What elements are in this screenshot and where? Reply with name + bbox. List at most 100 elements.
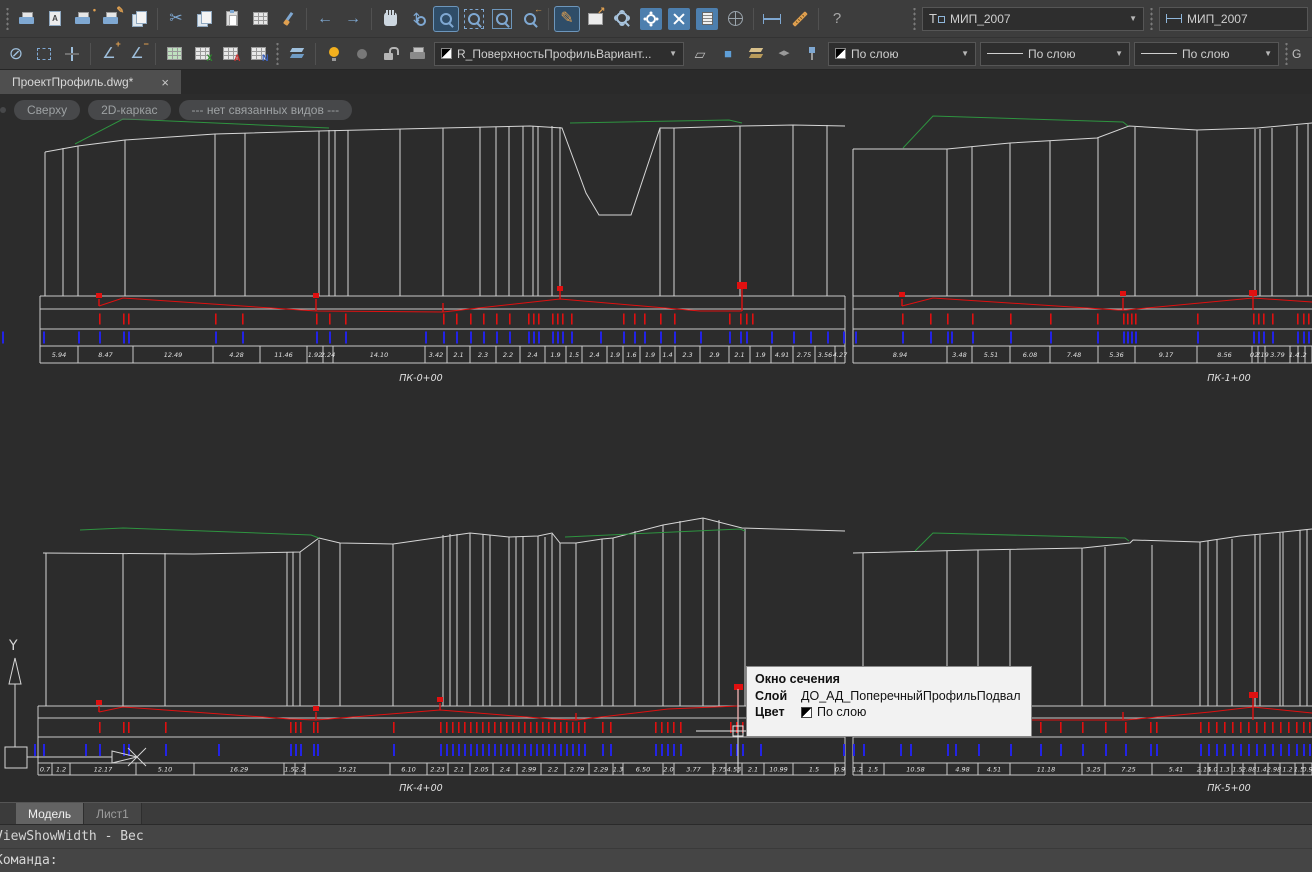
drawing-canvas[interactable]: 5.94 8.47 12.49 4.28 11.46 1.922.24 14.10 3.42 2… xyxy=(0,94,1312,802)
redo-button[interactable]: → xyxy=(340,6,366,32)
help-button[interactable]: ? xyxy=(824,6,850,32)
zoom-object-button[interactable] xyxy=(489,6,515,32)
toolbar-grip[interactable] xyxy=(5,7,10,30)
table-export-excel-icon: X xyxy=(194,47,213,63)
snap-frame-button[interactable] xyxy=(31,41,57,67)
print-button[interactable] xyxy=(14,6,40,32)
dim-style-select[interactable]: МИП_2007 xyxy=(1159,6,1308,31)
layer-plot-button[interactable] xyxy=(405,41,431,67)
purge-table-button[interactable] xyxy=(247,6,273,32)
snap-none-button[interactable]: ⊘ xyxy=(3,41,29,67)
svg-text:4.53: 4.53 xyxy=(727,766,741,774)
view-frame-icon xyxy=(587,7,606,25)
layer-select[interactable]: R_ПоверхностьПрофильВариант... ▼ xyxy=(434,41,684,66)
toolbar-sep xyxy=(90,42,91,65)
toolbar-grip[interactable] xyxy=(275,42,280,65)
cut-button[interactable]: ✂ xyxy=(163,6,189,32)
layer-freeze-button[interactable] xyxy=(349,41,375,67)
layer-lock-button[interactable] xyxy=(377,41,403,67)
layer-previous-button[interactable]: ■ xyxy=(715,41,741,67)
print-preview-button[interactable]: A xyxy=(42,6,68,32)
copy-sheets-button[interactable] xyxy=(126,6,152,32)
layer-plot-icon xyxy=(410,46,426,61)
web-button[interactable] xyxy=(722,6,748,32)
zoom-previous-button[interactable]: ← xyxy=(517,4,543,32)
zoom-realtime-button[interactable] xyxy=(405,6,431,32)
print-icon xyxy=(19,11,35,26)
copy-button[interactable] xyxy=(191,6,217,32)
color-select[interactable]: По слою ▼ xyxy=(828,41,976,66)
svg-text:2.05: 2.05 xyxy=(474,766,488,774)
layer-make-current-button[interactable]: ▱ xyxy=(687,41,713,67)
measure-quick-button[interactable] xyxy=(787,6,813,32)
redo-icon: → xyxy=(345,9,361,27)
svg-text:1.2: 1.2 xyxy=(852,766,862,774)
toolbar-grip[interactable] xyxy=(1149,7,1154,30)
pan-button[interactable] xyxy=(377,6,403,32)
toolbar-grip[interactable] xyxy=(1284,42,1289,65)
svg-text:2.24: 2.24 xyxy=(321,351,335,359)
specifications-button[interactable] xyxy=(694,6,720,32)
measure-distance-button[interactable] xyxy=(759,6,785,32)
svg-text:2.4: 2.4 xyxy=(589,351,599,359)
zoom-window-button[interactable] xyxy=(433,5,459,32)
layer-visibility-button[interactable] xyxy=(321,41,347,67)
close-icon[interactable]: × xyxy=(161,75,169,90)
edit-pencil-button[interactable]: ✎ xyxy=(554,5,580,32)
toolbar-sep xyxy=(306,7,307,30)
options-icon xyxy=(640,7,662,30)
layer-isolate-button[interactable] xyxy=(799,41,825,67)
object-tooltip: Окно сечения Слой ДО_АД_ПоперечныйПрофил… xyxy=(746,666,1032,737)
view-pill-top[interactable]: Сверху xyxy=(14,100,81,120)
svg-text:8.47: 8.47 xyxy=(98,351,113,359)
find-settings-button[interactable] xyxy=(610,6,636,32)
linetype-select[interactable]: По слою ▼ xyxy=(980,41,1130,66)
tstyle-icon: T xyxy=(929,12,945,25)
tab-list1[interactable]: Лист1 xyxy=(84,803,142,824)
command-input[interactable]: Команда: xyxy=(0,849,1312,872)
view-pill-visual-style[interactable]: 2D-каркас xyxy=(88,100,171,120)
tools-button[interactable] xyxy=(666,6,692,32)
svg-text:1.5: 1.5 xyxy=(284,766,294,774)
svg-text:1.4: 1.4 xyxy=(1256,766,1266,774)
match-properties-button[interactable] xyxy=(275,6,301,32)
zoom-previous-icon: ← xyxy=(522,4,543,27)
svg-text:5.41: 5.41 xyxy=(1169,766,1183,774)
layer-states-button[interactable] xyxy=(743,41,769,67)
toolbar-sep xyxy=(157,7,158,30)
table-recognize-button[interactable]: A xyxy=(217,41,243,67)
text-style-select[interactable]: T МИП_2007 ▼ xyxy=(922,6,1144,31)
help-icon: ? xyxy=(832,10,842,27)
pline-add-vertex-button[interactable]: ∠ + xyxy=(96,40,122,67)
svg-text:9.17: 9.17 xyxy=(1159,351,1174,359)
viewport-control-corner[interactable] xyxy=(0,107,6,113)
svg-text:2.23: 2.23 xyxy=(430,766,444,774)
view-frame-button[interactable] xyxy=(582,6,608,32)
text-style-select-value: МИП_2007 xyxy=(949,11,1011,26)
plot-edit-button[interactable]: ✎ xyxy=(98,5,124,32)
pline-del-vertex-button[interactable]: ∠ − xyxy=(124,40,150,67)
plot-settings-icon: • xyxy=(75,5,96,26)
toolbar-grip[interactable] xyxy=(912,7,917,30)
view-pill-linked-views[interactable]: --- нет связанных видов --- xyxy=(178,100,353,120)
toolbar-sep xyxy=(155,42,156,65)
snap-axis-button[interactable] xyxy=(59,41,85,67)
layer-walk-button[interactable]: ◂▸ xyxy=(771,41,797,67)
tab-model[interactable]: Модель xyxy=(16,803,85,824)
lineweight-select[interactable]: По слою ▼ xyxy=(1134,41,1279,66)
drawing-area[interactable]: 5.94 8.47 12.49 4.28 11.46 1.92 2.24 14.10 3.42 2… xyxy=(0,94,1312,802)
svg-text:3.77: 3.77 xyxy=(686,766,701,774)
tools-icon xyxy=(668,7,690,30)
undo-button[interactable]: ← xyxy=(312,6,338,32)
paste-button[interactable] xyxy=(219,6,245,32)
plot-settings-button[interactable]: • xyxy=(70,5,96,32)
zoom-dynamic-button[interactable] xyxy=(461,6,487,32)
table-export-excel-button[interactable]: X xyxy=(189,41,215,67)
table-insert-button[interactable] xyxy=(161,41,187,67)
document-tab[interactable]: ПроектПрофиль.dwg* × xyxy=(0,70,181,94)
table-numbering-button[interactable]: N xyxy=(245,41,271,67)
svg-text:3.42: 3.42 xyxy=(429,351,443,359)
layer-select-value: R_ПоверхностьПрофильВариант... xyxy=(457,46,652,61)
options-button[interactable] xyxy=(638,6,664,32)
layers-manager-button[interactable] xyxy=(284,41,310,67)
